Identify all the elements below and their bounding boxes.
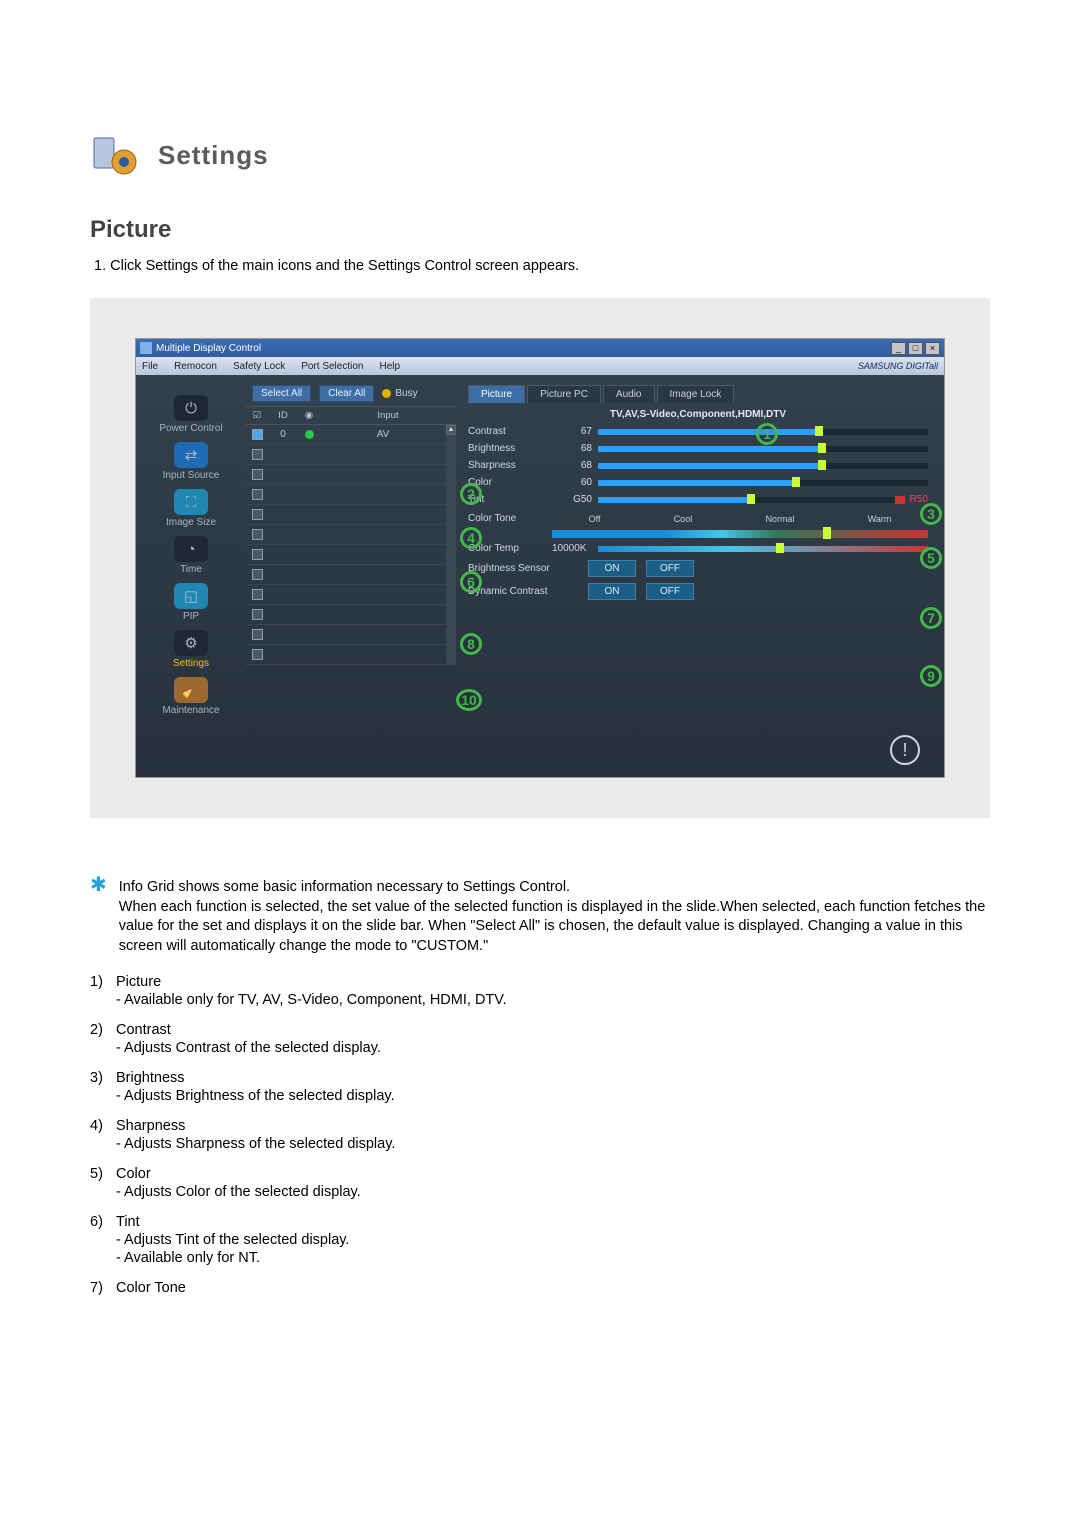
callout-9: 9 xyxy=(920,665,942,687)
dynamic-contrast-on[interactable]: ON xyxy=(588,583,636,600)
tab-picture[interactable]: Picture xyxy=(468,385,525,403)
sidebar-maintenance[interactable]: 🧹Maintenance xyxy=(136,677,246,716)
grid-row-empty xyxy=(246,545,446,565)
grid-row-empty xyxy=(246,565,446,585)
legend-item-1: 1)Picture - Available only for TV, AV, S… xyxy=(90,974,990,1008)
grid-row-empty xyxy=(246,445,446,465)
tab-subheader: TV,AV,S-Video,Component,HDMI,DTV xyxy=(468,409,928,420)
menu-help[interactable]: Help xyxy=(379,361,400,372)
row-brightness: Brightness 68 xyxy=(468,443,928,454)
callout-10: 10 xyxy=(456,689,482,711)
info-grid: Select All Clear All Busy ☑ ID ◉ Input 0 xyxy=(246,375,456,777)
settings-icon xyxy=(90,130,140,180)
menu-remocon[interactable]: Remocon xyxy=(174,361,217,372)
menubar: File Remocon Safety Lock Port Selection … xyxy=(136,357,944,375)
legend-item-7: 7)Color Tone xyxy=(90,1280,990,1296)
legend-list: 1)Picture - Available only for TV, AV, S… xyxy=(90,974,990,1296)
legend-item-4: 4)Sharpness - Adjusts Sharpness of the s… xyxy=(90,1118,990,1152)
grid-row-empty xyxy=(246,485,446,505)
tone-normal[interactable]: Normal xyxy=(765,514,794,524)
row-color-temp: Color Temp 10000K xyxy=(468,543,928,554)
legend-item-2: 2)Contrast - Adjusts Contrast of the sel… xyxy=(90,1022,990,1056)
sidebar-image-size[interactable]: ⛶Image Size xyxy=(136,489,246,528)
menu-port-selection[interactable]: Port Selection xyxy=(301,361,363,372)
sidebar-pip[interactable]: ◱PIP xyxy=(136,583,246,622)
row-dynamic-contrast: Dynamic Contrast ON OFF xyxy=(468,583,928,600)
tone-cool[interactable]: Cool xyxy=(674,514,693,524)
minimize-button[interactable]: _ xyxy=(891,342,906,355)
sidebar-settings[interactable]: ⚙Settings xyxy=(136,630,246,669)
legend-item-3: 3)Brightness - Adjusts Brightness of the… xyxy=(90,1070,990,1104)
clear-all-button[interactable]: Clear All xyxy=(319,385,374,402)
close-button[interactable]: × xyxy=(925,342,940,355)
sidebar-time[interactable]: ◔Time xyxy=(136,536,246,575)
grid-row-empty xyxy=(246,465,446,485)
grid-row-empty xyxy=(246,505,446,525)
info-icon[interactable]: ! xyxy=(890,735,920,765)
tab-audio[interactable]: Audio xyxy=(603,385,655,403)
mdc-window: Multiple Display Control _ □ × File Remo… xyxy=(135,338,945,778)
callout-2: 2 xyxy=(460,483,482,505)
legend-item-6: 6)Tint - Adjusts Tint of the selected di… xyxy=(90,1214,990,1266)
slider-brightness[interactable] xyxy=(598,446,928,452)
brightness-sensor-on[interactable]: ON xyxy=(588,560,636,577)
busy-indicator: Busy xyxy=(382,388,417,399)
menu-safety-lock[interactable]: Safety Lock xyxy=(233,361,285,372)
window-titlebar: Multiple Display Control _ □ × xyxy=(136,339,944,357)
callout-6: 6 xyxy=(460,571,482,593)
grid-row-empty xyxy=(246,625,446,645)
dynamic-contrast-off[interactable]: OFF xyxy=(646,583,694,600)
legend-item-5: 5)Color - Adjusts Color of the selected … xyxy=(90,1166,990,1200)
tab-image-lock[interactable]: Image Lock xyxy=(657,385,735,403)
grid-row-empty xyxy=(246,585,446,605)
section-title: Picture xyxy=(90,216,990,244)
slider-color-temp[interactable] xyxy=(598,546,928,552)
row-brightness-sensor: Brightness Sensor ON OFF xyxy=(468,560,928,577)
callout-3: 3 xyxy=(920,503,942,525)
grid-row[interactable]: 0 AV xyxy=(246,425,446,445)
sidebar-power-control[interactable]: ⏻Power Control xyxy=(136,395,246,434)
scroll-up-button[interactable]: ▲ xyxy=(446,425,456,435)
brand-label: SAMSUNG DIGITall xyxy=(858,361,938,371)
row-sharpness: Sharpness 68 xyxy=(468,460,928,471)
row-color: Color 60 xyxy=(468,477,928,488)
tone-off[interactable]: Off xyxy=(589,514,601,524)
grid-header: ☑ ID ◉ Input xyxy=(246,406,456,425)
row-color-tone: Color Tone Off Cool Normal Warm xyxy=(468,513,928,524)
callout-8: 8 xyxy=(460,633,482,655)
slider-color[interactable] xyxy=(598,480,928,486)
callout-5: 5 xyxy=(920,547,942,569)
settings-panel: Picture Picture PC Audio Image Lock TV,A… xyxy=(456,375,944,777)
slider-tint[interactable] xyxy=(598,497,904,503)
brightness-sensor-off[interactable]: OFF xyxy=(646,560,694,577)
maximize-button[interactable]: □ xyxy=(908,342,923,355)
grid-row-empty xyxy=(246,645,446,665)
tone-warm[interactable]: Warm xyxy=(868,514,892,524)
grid-row-empty xyxy=(246,525,446,545)
sidebar: ⏻Power Control ⇄Input Source ⛶Image Size… xyxy=(136,375,246,777)
note-text: Info Grid shows some basic information n… xyxy=(119,878,990,956)
callout-1: 1 xyxy=(756,423,778,445)
sidebar-input-source[interactable]: ⇄Input Source xyxy=(136,442,246,481)
menu-file[interactable]: File xyxy=(142,361,158,372)
window-title: Multiple Display Control xyxy=(156,343,891,354)
titlebar-icon xyxy=(140,342,152,354)
row-contrast: Contrast 67 xyxy=(468,426,928,437)
slider-color-tone[interactable] xyxy=(552,530,928,538)
select-all-button[interactable]: Select All xyxy=(252,385,311,402)
callout-7: 7 xyxy=(920,607,942,629)
row-tint: Tint G50 R50 xyxy=(468,494,928,505)
grid-row-empty xyxy=(246,605,446,625)
page-header-title: Settings xyxy=(158,140,269,171)
tab-picture-pc[interactable]: Picture PC xyxy=(527,385,601,403)
screenshot-container: Multiple Display Control _ □ × File Remo… xyxy=(90,298,990,818)
slider-sharpness[interactable] xyxy=(598,463,928,469)
star-icon: ✱ xyxy=(90,878,107,956)
intro-text: 1. Click Settings of the main icons and … xyxy=(94,258,990,274)
callout-4: 4 xyxy=(460,527,482,549)
